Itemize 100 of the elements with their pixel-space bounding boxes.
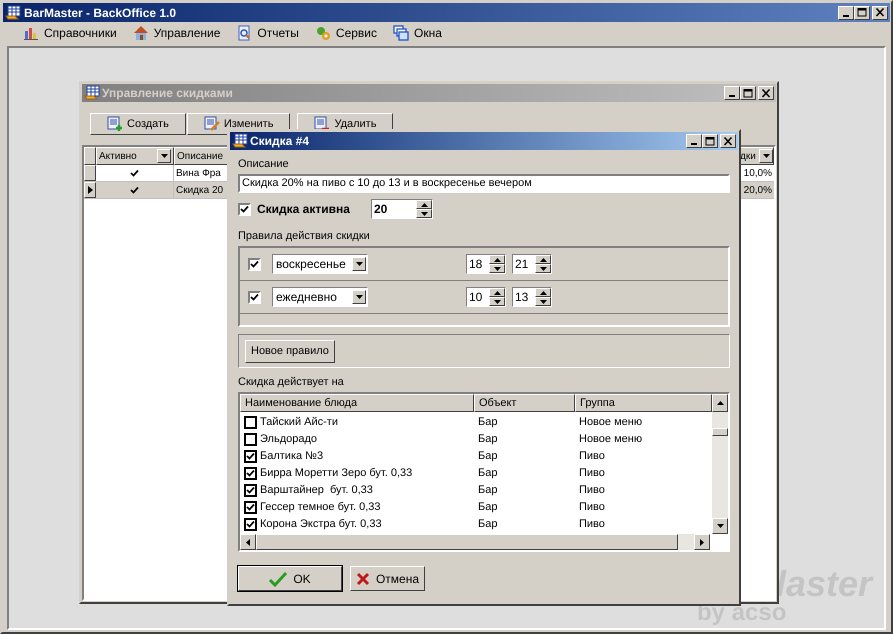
spin-up-button[interactable] — [489, 288, 505, 297]
minimize-button[interactable] — [838, 6, 854, 20]
scroll-right-button[interactable] — [694, 534, 710, 550]
field-label: Описание — [238, 158, 290, 171]
minimize-icon — [691, 143, 697, 145]
filter-arrow-button[interactable] — [157, 149, 171, 163]
filter-arrow-button[interactable] — [759, 149, 773, 163]
new-rule-button[interactable]: Новое правило — [245, 340, 335, 362]
checkbox[interactable] — [244, 416, 257, 429]
maximize-icon — [743, 88, 753, 98]
table-cell-text: Корона Экстра бут. 0,33 — [260, 517, 382, 532]
check-icon — [269, 570, 288, 586]
up-arrow-icon — [540, 258, 546, 262]
dropdown-arrow-button[interactable] — [352, 257, 366, 271]
scroll-down-button[interactable] — [712, 518, 728, 534]
table-cell-text: Новое меню — [578, 432, 644, 448]
checkbox[interactable] — [244, 467, 257, 480]
edit-document-icon — [204, 116, 220, 132]
up-arrow-icon — [716, 401, 724, 405]
close-button[interactable] — [872, 6, 888, 20]
add-document-icon — [107, 116, 123, 132]
check-mark-icon[interactable] — [130, 186, 139, 194]
minimize-button[interactable] — [724, 86, 740, 100]
checkbox-tick-icon[interactable] — [250, 260, 259, 268]
bar-chart-icon — [23, 25, 39, 41]
scroll-left-button[interactable] — [240, 534, 256, 550]
table-cell-text: Бар — [477, 449, 498, 464]
percent-spinner[interactable]: 20 — [371, 199, 433, 219]
minimize-button[interactable] — [686, 134, 702, 148]
section-label: Скидка действует на — [238, 376, 345, 389]
spin-up-button[interactable] — [535, 255, 551, 264]
spin-down-button[interactable] — [489, 297, 505, 306]
close-button[interactable] — [758, 86, 774, 100]
down-arrow-icon — [420, 212, 428, 216]
maximize-icon — [857, 8, 867, 17]
row-header[interactable] — [84, 182, 96, 198]
menu-item[interactable]: Справочники — [23, 24, 117, 42]
table-cell-text: Пиво — [578, 500, 606, 516]
spin-up-button[interactable] — [489, 255, 505, 264]
menu-item[interactable]: Окна — [393, 24, 442, 42]
row-header[interactable] — [84, 165, 96, 181]
caret-down-icon — [356, 262, 362, 266]
day-dropdown[interactable]: ежедневно — [272, 287, 368, 307]
checkbox[interactable] — [244, 450, 257, 463]
spin-down-button[interactable] — [489, 264, 505, 273]
table-cell-text: Новое меню — [578, 415, 644, 430]
toolbar-button[interactable]: Создать — [90, 113, 186, 135]
up-arrow-icon — [420, 202, 428, 206]
close-button[interactable] — [720, 134, 736, 148]
up-arrow-icon — [494, 258, 500, 262]
table-cell-text: Вина Фра — [176, 166, 221, 180]
checkbox[interactable] — [244, 484, 257, 497]
maximize-button[interactable] — [740, 86, 756, 100]
table-cell-text: Бар — [477, 415, 498, 430]
spin-down-button[interactable] — [535, 264, 551, 273]
maximize-button[interactable] — [854, 6, 870, 20]
table-cell-text: Бар — [477, 432, 498, 448]
hour-spinner[interactable]: 10 — [466, 287, 506, 307]
close-icon — [723, 136, 733, 146]
menu-item[interactable]: Управление — [132, 24, 220, 42]
vertical-scrollbar[interactable] — [712, 412, 728, 534]
column-header[interactable]: Группа — [575, 394, 712, 412]
day-dropdown[interactable]: воскресенье — [272, 254, 368, 274]
table-cell-text: Бар — [477, 483, 498, 498]
column-header[interactable]: Активно — [96, 147, 174, 165]
checkbox[interactable] — [244, 501, 257, 514]
hour-spinner[interactable]: 18 — [466, 254, 506, 274]
scroll-up-button[interactable] — [712, 394, 728, 412]
cancel-button[interactable]: Отмена — [350, 566, 425, 591]
menu-item[interactable]: Отчеты — [236, 24, 299, 42]
checkbox[interactable] — [244, 433, 257, 446]
hour-spinner[interactable]: 21 — [512, 254, 552, 274]
menu-item[interactable]: Сервис — [314, 24, 377, 42]
dropdown-arrow-button[interactable] — [352, 290, 366, 304]
up-arrow-icon — [540, 290, 546, 294]
checkbox-tick-icon[interactable] — [240, 204, 249, 214]
app-icon — [232, 133, 248, 149]
close-icon — [875, 8, 885, 17]
description-field[interactable]: Скидка 20% на пиво с 10 до 13 и в воскресенье вечером — [238, 174, 730, 193]
down-arrow-icon — [540, 300, 546, 304]
spin-down-button[interactable] — [416, 209, 432, 218]
column-header[interactable]: Наименование блюда — [240, 394, 474, 412]
row-pointer-icon — [88, 186, 92, 194]
checkbox[interactable] — [244, 518, 257, 531]
down-arrow-icon — [494, 266, 500, 270]
scroll-thumb[interactable] — [712, 428, 728, 436]
window-title: Управление скидками — [102, 85, 233, 102]
windows-icon — [393, 25, 409, 41]
spin-up-button[interactable] — [416, 200, 432, 209]
spin-down-button[interactable] — [535, 297, 551, 306]
ok-button[interactable]: OK — [238, 566, 342, 591]
hour-spinner[interactable]: 13 — [512, 287, 552, 307]
checkbox-tick-icon[interactable] — [250, 292, 259, 302]
check-mark-icon[interactable] — [130, 168, 139, 178]
spin-up-button[interactable] — [535, 288, 551, 297]
down-arrow-icon — [540, 266, 546, 270]
maximize-button[interactable] — [702, 134, 718, 148]
table-cell-text: Эльдорадо — [260, 432, 317, 448]
table-cell-text: Скидка 20 — [176, 184, 224, 198]
column-header[interactable]: Объект — [474, 394, 575, 412]
